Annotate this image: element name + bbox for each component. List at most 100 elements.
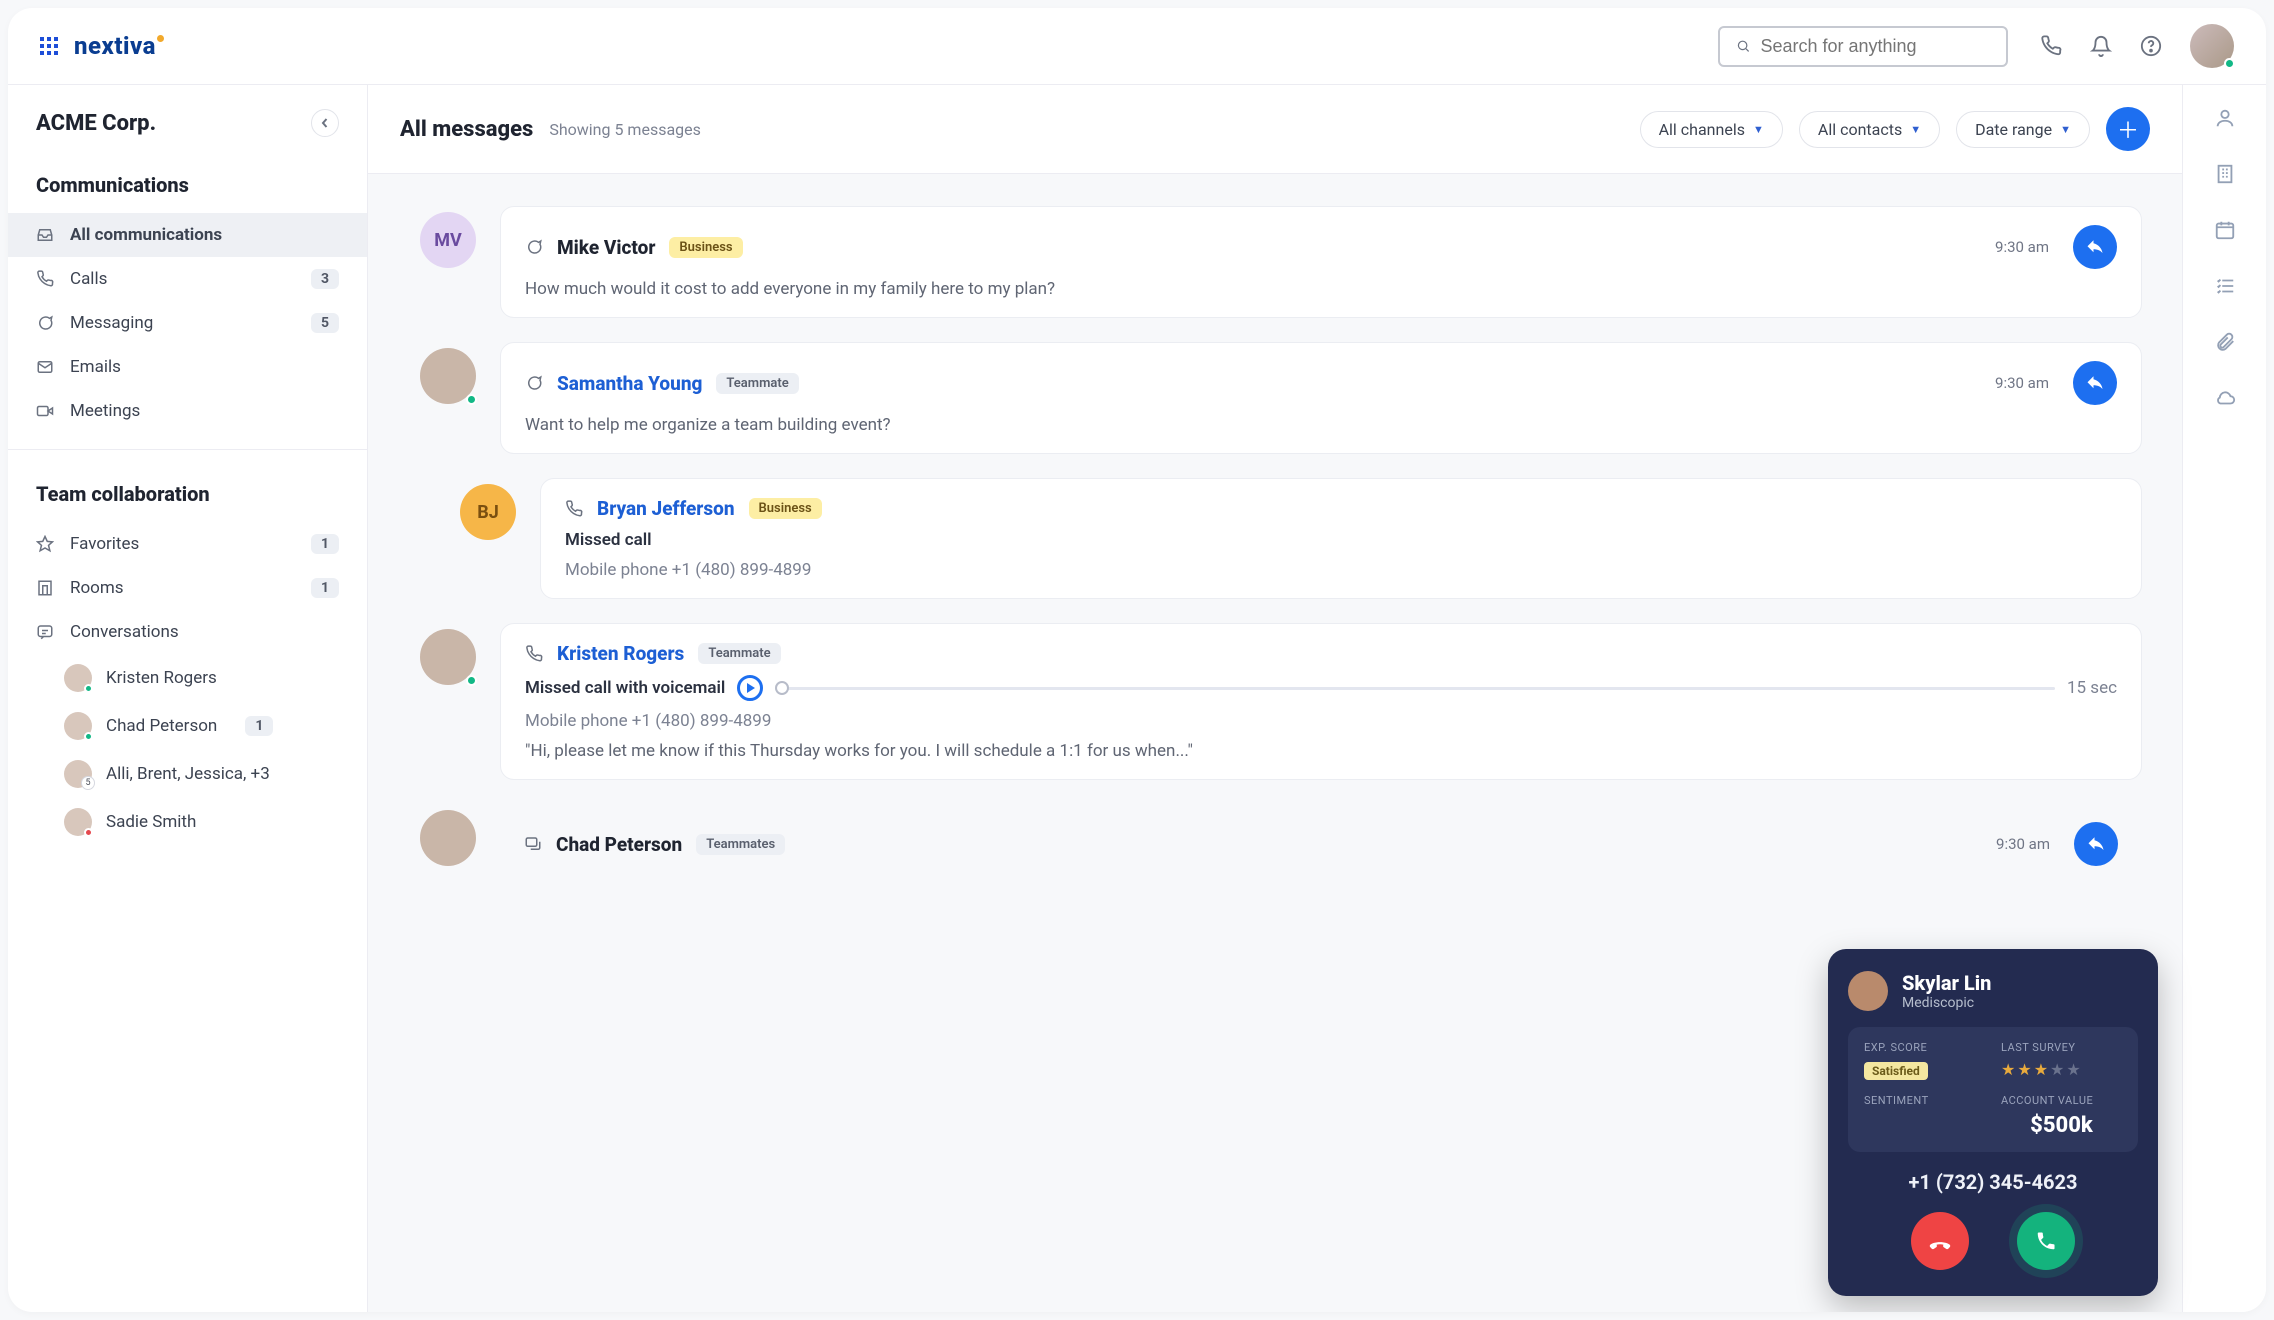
profile-icon[interactable] — [2214, 107, 2236, 129]
filter-contacts[interactable]: All contacts▼ — [1799, 111, 1940, 148]
stat-label: LAST SURVEY — [2001, 1041, 2122, 1054]
accept-call-button[interactable] — [2017, 1212, 2075, 1270]
sidebar-item-meetings[interactable]: Meetings — [8, 389, 367, 433]
page-title: All messages — [400, 117, 533, 142]
brand-dot-icon — [157, 35, 164, 42]
sender-name[interactable]: Bryan Jefferson — [597, 497, 735, 520]
contact-tag: Teammate — [698, 643, 780, 664]
message-row[interactable]: Kristen Rogers Teammate Missed call with… — [420, 623, 2142, 780]
filter-date[interactable]: Date range ▼ — [1956, 111, 2090, 148]
hangup-icon — [1927, 1228, 1953, 1254]
chevron-down-icon: ▼ — [2060, 123, 2071, 136]
chat-icon — [36, 314, 56, 332]
compose-button[interactable]: ＋ — [2106, 107, 2150, 151]
star-icon — [36, 535, 56, 553]
help-icon[interactable] — [2140, 35, 2162, 57]
scrubber-thumb[interactable] — [775, 681, 789, 695]
voicemail-label: Missed call with voicemail — [525, 678, 725, 698]
filter-label: All contacts — [1818, 120, 1902, 139]
message-list: MV Mike Victor Business 9:30 am How much… — [368, 174, 2182, 890]
caller-name: Skylar Lin — [1902, 971, 1991, 995]
sidebar-item-all-communications[interactable]: All communications — [8, 213, 367, 257]
message-row[interactable]: Chad Peterson Teammates 9:30 am — [420, 804, 2142, 866]
exp-score-chip: Satisfied — [1864, 1062, 1928, 1080]
message-row[interactable]: MV Mike Victor Business 9:30 am How much… — [420, 206, 2142, 318]
conversation-kristen[interactable]: Kristen Rogers — [8, 654, 367, 702]
user-avatar[interactable] — [2190, 24, 2234, 68]
sidebar-item-favorites[interactable]: Favorites 1 — [8, 522, 367, 566]
reply-icon — [2086, 238, 2104, 256]
right-rail — [2182, 85, 2266, 1312]
building-icon[interactable] — [2214, 163, 2236, 185]
collapse-sidebar-button[interactable] — [311, 109, 339, 137]
call-status: Missed call — [565, 530, 2117, 550]
avatar-group: 5 — [64, 760, 92, 788]
phone-icon — [565, 500, 583, 518]
conversation-label: Alli, Brent, Jessica, +3 — [106, 764, 270, 784]
presence-dot-icon — [84, 684, 93, 693]
sidebar-item-label: Rooms — [70, 578, 124, 598]
reply-button[interactable] — [2074, 822, 2118, 866]
sidebar: ACME Corp. Communications All communicat… — [8, 85, 368, 1312]
conversation-group[interactable]: 5 Alli, Brent, Jessica, +3 — [8, 750, 367, 798]
conversation-chad[interactable]: Chad Peterson 1 — [8, 702, 367, 750]
section-communications: Communications — [8, 157, 367, 213]
plus-icon: ＋ — [2117, 113, 2139, 145]
caller-stats: EXP. SCORE Satisfied LAST SURVEY ★★★★★ S… — [1848, 1027, 2138, 1152]
message-row[interactable]: BJ Bryan Jefferson Business Missed call … — [460, 478, 2142, 599]
calendar-icon[interactable] — [2214, 219, 2236, 241]
reply-icon — [2086, 374, 2104, 392]
sidebar-item-emails[interactable]: Emails — [8, 345, 367, 389]
stat-label: ACCOUNT VALUE — [2001, 1094, 2122, 1107]
presence-dot-icon — [2224, 58, 2235, 69]
filter-channels[interactable]: All channels ▼ — [1640, 111, 1783, 148]
audio-scrubber[interactable] — [775, 687, 2055, 690]
global-search[interactable] — [1718, 26, 2008, 67]
chevron-down-icon: ▼ — [1753, 123, 1764, 136]
filter-label: Date range — [1975, 120, 2052, 139]
reply-button[interactable] — [2073, 361, 2117, 405]
decline-call-button[interactable] — [1911, 1212, 1969, 1270]
sidebar-item-rooms[interactable]: Rooms 1 — [8, 566, 367, 610]
building-icon — [36, 579, 56, 597]
phone-number: Mobile phone +1 (480) 899-4899 — [565, 560, 2117, 580]
contact-tag: Teammates — [696, 834, 785, 855]
conversation-sadie[interactable]: Sadie Smith — [8, 798, 367, 846]
conversation-label: Chad Peterson — [106, 716, 217, 736]
sidebar-item-conversations[interactable]: Conversations — [8, 610, 367, 654]
group-count-badge: 5 — [81, 776, 95, 790]
phone-icon — [2035, 1230, 2057, 1252]
phone-icon[interactable] — [2040, 35, 2062, 57]
bell-icon[interactable] — [2090, 35, 2112, 57]
sender-name[interactable]: Samantha Young — [557, 372, 702, 395]
avatar — [420, 629, 476, 685]
avatar — [64, 712, 92, 740]
tasks-icon[interactable] — [2214, 275, 2236, 297]
transcript: "Hi, please let me know if this Thursday… — [525, 741, 2117, 761]
stat-label: EXP. SCORE — [1864, 1041, 1985, 1054]
avatar-initials: BJ — [460, 484, 516, 540]
cloud-icon[interactable] — [2214, 387, 2236, 409]
sidebar-item-label: Meetings — [70, 401, 140, 421]
account-value: $500k — [2001, 1113, 2122, 1138]
sender-name[interactable]: Kristen Rogers — [557, 642, 684, 665]
message-time: 9:30 am — [1996, 835, 2050, 853]
message-preview: Want to help me organize a team building… — [525, 415, 2117, 435]
incoming-call-popup: Skylar Lin Mediscopic EXP. SCORE Satisfi… — [1828, 949, 2158, 1296]
inbox-icon — [36, 226, 56, 244]
play-button[interactable] — [737, 675, 763, 701]
search-input[interactable] — [1760, 36, 1990, 57]
reply-button[interactable] — [2073, 225, 2117, 269]
attachment-icon[interactable] — [2214, 331, 2236, 353]
sidebar-item-label: Emails — [70, 357, 121, 377]
topbar: nextiva — [8, 8, 2266, 85]
apps-grid-icon[interactable] — [40, 37, 58, 55]
sidebar-item-messaging[interactable]: Messaging 5 — [8, 301, 367, 345]
count-badge: 1 — [245, 716, 273, 736]
count-badge: 1 — [311, 534, 339, 554]
sender-name: Mike Victor — [557, 236, 655, 259]
phone-icon — [36, 270, 56, 288]
filter-label: All channels — [1659, 120, 1745, 139]
sidebar-item-calls[interactable]: Calls 3 — [8, 257, 367, 301]
message-row[interactable]: Samantha Young Teammate 9:30 am Want to … — [420, 342, 2142, 454]
